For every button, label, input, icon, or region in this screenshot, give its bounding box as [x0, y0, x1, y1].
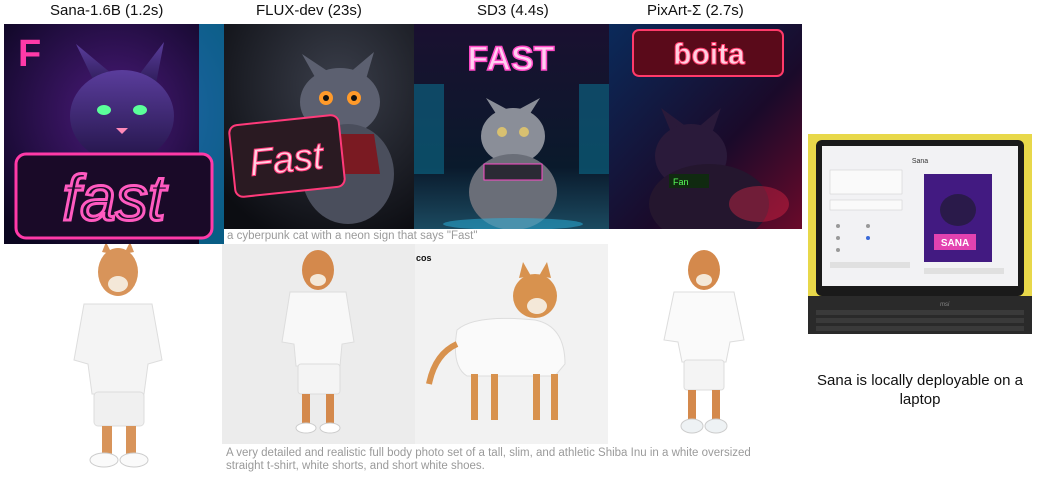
pixart-dog-image [608, 244, 801, 444]
flux-neon-sign: Fast [247, 135, 326, 185]
sd3-dog-image [415, 244, 608, 444]
cat-collar-tag: Fan [673, 177, 689, 187]
laptop-screen-badge: SANA [941, 238, 969, 249]
model-label-flux: FLUX-dev (23s) [256, 2, 362, 19]
small-sign-letter: F [18, 33, 41, 75]
sd3-neon-sign: FAST [468, 40, 555, 78]
sana-neon-sign: fast [62, 162, 167, 234]
pixart-neon-sign: ɓoita [673, 38, 745, 71]
laptop-brand: msi [940, 302, 950, 308]
pixart-cat-image: ɓoita Fan [609, 24, 802, 229]
laptop-screen-title: Sana [912, 158, 928, 165]
cat-prompt-caption: a cyberpunk cat with a neon sign that sa… [227, 230, 478, 242]
model-label-pixart: PixArt-Σ (2.7s) [647, 2, 744, 19]
laptop-caption: Sana is locally deployable on a laptop [817, 372, 1023, 408]
sana-cat-image: F fast [4, 24, 224, 244]
sana-dog-image [40, 244, 220, 474]
sd3-cat-image: FAST [414, 24, 609, 229]
flux-dog-image [222, 244, 415, 444]
cos-label: cos [416, 253, 432, 263]
model-label-sd3: SD3 (4.4s) [477, 2, 549, 19]
dog-prompt-caption: A very detailed and realistic full body … [226, 447, 751, 472]
flux-cat-image: Fast [224, 24, 414, 229]
model-label-sana: Sana-1.6B (1.2s) [50, 2, 164, 19]
laptop-photo: Sana SANA msi [808, 134, 1032, 334]
